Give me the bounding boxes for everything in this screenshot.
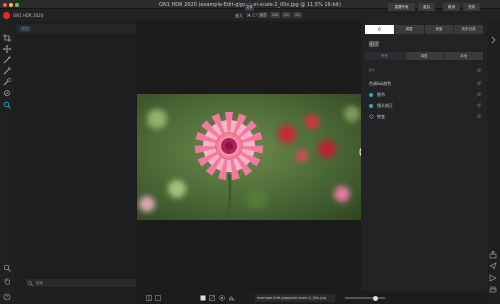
module-tabs: 合 调整 遮盖 历史记录: [365, 25, 483, 34]
tab-adjust[interactable]: 调整: [394, 25, 424, 34]
zoom-100-button[interactable]: 100: [270, 11, 280, 18]
tab-all[interactable]: 所有: [365, 52, 404, 60]
zoom-50-button[interactable]: 50: [282, 11, 291, 18]
send-icon[interactable]: [489, 274, 497, 282]
reset-icon[interactable]: ↺: [477, 81, 481, 87]
color-picker-icon[interactable]: [219, 295, 225, 301]
done-button[interactable]: 完成: [463, 2, 480, 11]
compare-icon[interactable]: [146, 295, 152, 301]
single-view-icon[interactable]: [200, 295, 206, 301]
transform-label: 转变: [377, 114, 385, 119]
layer-reset-row: ↺: [365, 66, 483, 75]
masking-brush-icon[interactable]: [3, 67, 11, 75]
layer-filter-tabs: 所有 调整 本地: [365, 52, 484, 60]
file-menu-button[interactable]: 文件 ▸: [245, 2, 254, 17]
browse-tab[interactable]: 浏览: [16, 24, 136, 33]
preview-icon[interactable]: [155, 295, 161, 301]
tool-bar: ?: [0, 21, 14, 304]
diamond-icon[interactable]: [369, 114, 374, 119]
restart-button[interactable]: 重启: [418, 2, 435, 11]
visibility-dot-icon[interactable]: [369, 92, 373, 97]
layers-panel: 合 调整 遮盖 历史记录 图层 所有 调整 本地 (0) ↺ 色调&&颜色 ↺ …: [361, 21, 487, 304]
dahlia-photo: [137, 94, 362, 220]
tone-color-group[interactable]: 色调&&颜色 ↺: [365, 79, 483, 88]
export-icon[interactable]: [489, 251, 497, 259]
tab-history[interactable]: 历史记录: [454, 25, 483, 34]
lens-correction-label: 镜头校正: [377, 103, 393, 108]
reset-icon[interactable]: ↺: [477, 103, 481, 109]
reset-icon[interactable]: ↺: [477, 114, 481, 120]
zoom-value[interactable]: 11.67: [246, 13, 257, 18]
browse-panel: 浏览 搜索: [14, 21, 136, 304]
tone-color-label: 色调&&颜色: [369, 81, 392, 86]
preview-slider[interactable]: [345, 295, 385, 301]
app-name: ON1 HDR 2020: [13, 12, 44, 18]
reset-icon[interactable]: ↺: [477, 68, 481, 74]
layer-row-lens[interactable]: 镜头校正 ↺: [365, 101, 483, 110]
cancel-button[interactable]: 取消: [443, 2, 460, 11]
tab-merge[interactable]: 合: [365, 25, 394, 34]
tab-local[interactable]: 本地: [444, 52, 484, 60]
side-strip: [487, 21, 500, 304]
view-tool-icon[interactable]: [3, 101, 11, 109]
share-icon[interactable]: [489, 262, 497, 270]
browse-tab-label: 浏览: [19, 26, 31, 32]
crop-tool-icon[interactable]: [3, 34, 11, 42]
on1-logo-icon: [3, 11, 10, 19]
zoom-tool-icon[interactable]: [3, 264, 11, 272]
split-view-icon[interactable]: [209, 295, 215, 301]
refine-brush-icon[interactable]: [3, 78, 11, 86]
hand-tool-icon[interactable]: [3, 277, 11, 285]
brush-tool-icon[interactable]: [3, 56, 11, 64]
detail-label: 细节: [377, 92, 385, 97]
retouch-tool-icon[interactable]: [3, 89, 11, 97]
tab-adjustments[interactable]: 调整: [404, 52, 444, 60]
help-icon[interactable]: ?: [3, 293, 11, 301]
visibility-dot-icon[interactable]: [369, 103, 373, 108]
tab-mask[interactable]: 遮盖: [424, 25, 454, 34]
move-tool-icon[interactable]: [3, 45, 11, 53]
zoom-label: 放大: [235, 12, 243, 18]
reset-icon[interactable]: ↺: [477, 92, 481, 98]
more-icon[interactable]: [489, 36, 497, 44]
reset-all-button[interactable]: 重置所有: [388, 2, 415, 11]
print-icon[interactable]: [489, 286, 497, 294]
layer-row-detail[interactable]: 细节 ↺: [365, 90, 483, 99]
layer-row-transform[interactable]: 转变 ↺: [365, 112, 483, 121]
zoom-25-button[interactable]: 25: [293, 11, 302, 18]
search-icon: [28, 280, 33, 286]
search-placeholder: 搜索: [36, 280, 43, 285]
filename-display: example-Edit-gigapixel-scale-2_00x.jpg: [255, 294, 335, 302]
zoom-fit-button[interactable]: 适合: [258, 11, 268, 18]
histogram-icon[interactable]: [229, 295, 235, 301]
slider-knob[interactable]: [373, 295, 378, 301]
image-canvas[interactable]: [136, 21, 362, 291]
layers-title: 图层: [369, 42, 380, 48]
search-input[interactable]: 搜索: [26, 279, 136, 287]
